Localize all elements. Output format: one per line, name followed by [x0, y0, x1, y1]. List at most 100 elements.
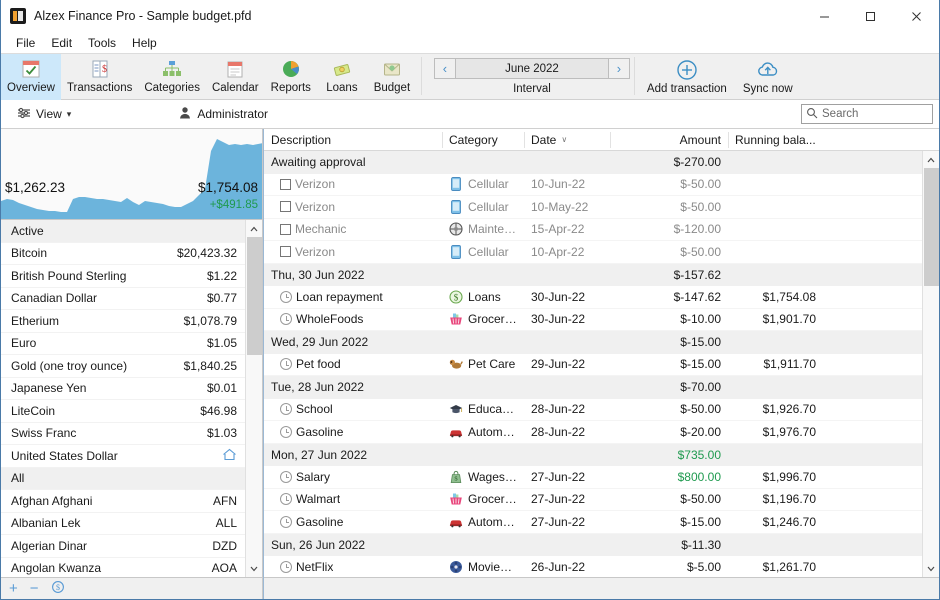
currency-item-cad[interactable]: Canadian Dollar $0.77 — [1, 288, 245, 310]
add-currency-button[interactable]: + — [9, 580, 18, 597]
ribbon-tab-categories[interactable]: Categories — [138, 54, 206, 101]
column-header-description[interactable]: Description — [264, 129, 442, 151]
table-group-row: Sun, 26 Jun 2022 $-11.30 — [264, 533, 922, 556]
sidebar-scroll-track[interactable] — [246, 237, 263, 560]
menu-file[interactable]: File — [8, 34, 43, 52]
currency-value: $0.01 — [206, 381, 237, 396]
ribbon-tab-overview-label: Overview — [7, 82, 55, 94]
row-amount: $-50.00 — [680, 199, 721, 214]
table-body: Awaiting approval $-270.00 Verizon Cellular… — [264, 151, 939, 577]
currency-item-jpy[interactable]: Japanese Yen $0.01 — [1, 378, 245, 400]
currency-item-gbp[interactable]: British Pound Sterling $1.22 — [1, 265, 245, 288]
currency-item-litecoin[interactable]: LiteCoin $46.98 — [1, 400, 245, 423]
table-row[interactable]: Gasoline Automobi... 28-Jun-22 $-20.00 $1,97… — [264, 421, 922, 444]
row-date: 27-Jun-22 — [531, 514, 586, 529]
table-row[interactable]: NetFlix Movies &... 26-Jun-22 $-5.00 $1,261.… — [264, 556, 922, 577]
transactions-pane: Description Category Date ∨ Amount Runni… — [263, 129, 939, 599]
ribbon-tab-overview[interactable]: Overview — [1, 54, 61, 101]
group-label: Mon, 27 Jun 2022 — [271, 447, 368, 462]
currency-item-bitcoin[interactable]: Bitcoin $20,423.32 — [1, 243, 245, 265]
svg-text:$: $ — [102, 64, 107, 75]
interval-next-button[interactable]: › — [607, 58, 630, 79]
ribbon-tab-loans[interactable]: Loans — [317, 54, 367, 101]
menu-tools[interactable]: Tools — [80, 34, 124, 52]
table-row[interactable]: School Education 28-Jun-22 $-50.00 $1,926.70 — [264, 398, 922, 421]
remove-currency-button[interactable]: − — [30, 580, 39, 597]
ribbon-tab-transactions-label: Transactions — [66, 82, 133, 94]
currency-refresh-icon[interactable]: $ — [51, 580, 65, 597]
column-header-balance[interactable]: Running bala... — [728, 129, 823, 151]
currency-item-gold[interactable]: Gold (one troy ounce) $1,840.25 — [1, 355, 245, 378]
column-header-amount[interactable]: Amount — [610, 129, 728, 151]
ribbon-tab-budget[interactable]: Budget — [367, 54, 417, 101]
row-amount: $-15.00 — [680, 514, 721, 529]
sync-now-button[interactable]: Sync now — [735, 54, 801, 101]
sidebar-scroll-thumb[interactable] — [246, 237, 262, 355]
calendar-icon — [224, 56, 246, 82]
table-row[interactable]: Walmart Groceries 27-Jun-22 $-50.00 $1,196.7… — [264, 488, 922, 511]
currency-item-chf[interactable]: Swiss Franc $1.03 — [1, 423, 245, 445]
currency-item-all[interactable]: Albanian Lek ALL — [1, 513, 245, 535]
search-input[interactable]: Search — [801, 104, 933, 124]
table-scrollbar[interactable] — [922, 151, 939, 577]
table-row[interactable]: Verizon Cellular 10-Jun-22 $-50.00 — [264, 173, 922, 196]
currency-code: ALL — [215, 516, 237, 531]
close-button[interactable] — [893, 0, 939, 32]
view-button-label: View — [36, 107, 62, 121]
group-amount: $-157.62 — [673, 267, 721, 282]
row-approval-checkbox[interactable] — [280, 201, 291, 213]
row-balance: $1,754.08 — [762, 289, 816, 304]
table-scroll-thumb[interactable] — [923, 168, 939, 286]
table-row[interactable]: Gasoline Automobi... 27-Jun-22 $-15.00 $1,24… — [264, 511, 922, 534]
table-row[interactable]: Verizon Cellular 10-May-22 $-50.00 — [264, 196, 922, 219]
interval-prev-button[interactable]: ‹ — [433, 58, 456, 79]
table-scroll-up-button[interactable] — [923, 151, 940, 168]
row-approval-checkbox[interactable] — [280, 178, 291, 190]
currency-item-aoa[interactable]: Angolan Kwanza AOA — [1, 558, 245, 578]
menu-bar: File Edit Tools Help — [1, 32, 939, 53]
sidebar-scroll-up-button[interactable] — [246, 220, 263, 237]
table-row[interactable]: Loan repayment $ Loans 30-Jun-22 $-147.62 $1,… — [264, 286, 922, 309]
row-amount: $-50.00 — [680, 402, 721, 417]
menu-edit[interactable]: Edit — [43, 34, 80, 52]
column-header-date[interactable]: Date ∨ — [524, 129, 610, 151]
table-group-row: Awaiting approval $-270.00 — [264, 151, 922, 174]
add-transaction-button[interactable]: Add transaction — [639, 54, 735, 101]
clock-icon — [280, 358, 292, 371]
maximize-button[interactable] — [847, 0, 893, 32]
column-header-category[interactable]: Category — [442, 129, 524, 151]
menu-help[interactable]: Help — [124, 34, 165, 52]
row-date: 10-May-22 — [531, 199, 589, 214]
minimize-button[interactable] — [801, 0, 847, 32]
row-balance: $1,996.70 — [762, 469, 816, 484]
ribbon-tab-transactions[interactable]: $ Transactions — [61, 54, 138, 101]
currency-item-afn[interactable]: Afghan Afghani AFN — [1, 490, 245, 513]
currency-item-etherium[interactable]: Etherium $1,078.79 — [1, 310, 245, 333]
sidebar-scroll-down-button[interactable] — [246, 560, 263, 577]
row-approval-checkbox[interactable] — [280, 223, 291, 235]
row-date: 29-Jun-22 — [531, 357, 586, 372]
table-row[interactable]: Salary $ Wages ar... 27-Jun-22 $800.00 $1,996… — [264, 466, 922, 489]
table-row[interactable]: Mechanic Maintenan... 15-Apr-22 $-120.00 — [264, 218, 922, 241]
row-balance: $1,926.70 — [762, 402, 816, 417]
sidebar-scrollbar[interactable] — [245, 220, 262, 577]
ribbon-tab-reports[interactable]: Reports — [265, 54, 317, 101]
row-approval-checkbox[interactable] — [280, 246, 291, 258]
group-label: Wed, 29 Jun 2022 — [271, 335, 369, 350]
currency-item-dzd[interactable]: Algerian Dinar DZD — [1, 535, 245, 558]
table-row[interactable]: Verizon Cellular 10-Apr-22 $-50.00 — [264, 241, 922, 264]
table-row[interactable]: WholeFoods Groceries 30-Jun-22 $-10.00 $1,90… — [264, 308, 922, 331]
table-scroll-track[interactable] — [923, 168, 940, 560]
view-button[interactable]: View ▾ — [9, 105, 79, 124]
currency-item-usd[interactable]: United States Dollar — [1, 445, 245, 468]
currency-value: $1,840.25 — [183, 358, 237, 373]
table-scroll-down-button[interactable] — [923, 560, 940, 577]
row-category: Pet Care — [468, 357, 516, 372]
table-row[interactable]: Pet food Pet Care 29-Jun-22 $-15.00 $1,911.7… — [264, 353, 922, 376]
current-user[interactable]: Administrator — [179, 106, 268, 122]
ribbon-tab-calendar[interactable]: Calendar — [206, 54, 265, 101]
car-icon — [449, 425, 463, 439]
svg-text:$: $ — [454, 292, 459, 302]
currency-item-euro[interactable]: Euro $1.05 — [1, 333, 245, 355]
interval-value[interactable]: June 2022 — [455, 58, 608, 79]
